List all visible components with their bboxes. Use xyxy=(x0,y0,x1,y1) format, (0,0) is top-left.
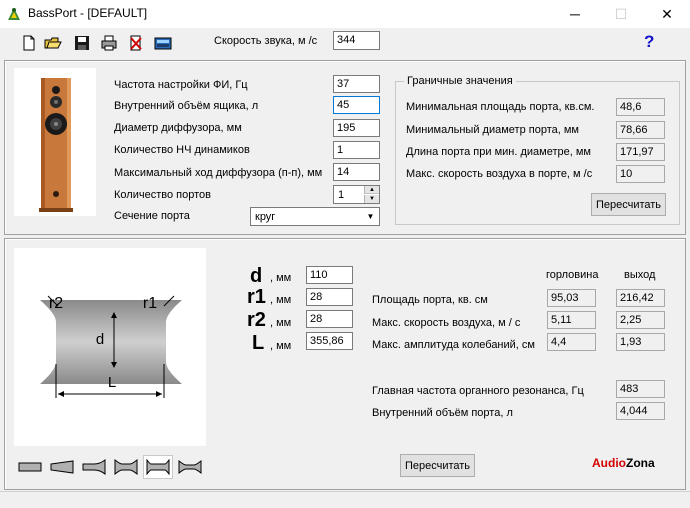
window-title: BassPort - [DEFAULT] xyxy=(28,6,148,20)
resonance-value: 483 xyxy=(616,380,665,398)
length-input[interactable]: 355,86 xyxy=(306,332,353,350)
air-speed-throat-value: 5,11 xyxy=(547,311,596,329)
horn-icon[interactable] xyxy=(79,455,109,479)
port-length-label: Длина порта при мин. диаметре, мм xyxy=(406,146,591,158)
max-excursion-label: Максимальный ход диффузора (п-п), мм xyxy=(114,167,323,179)
amplitude-throat-value: 4,4 xyxy=(547,333,596,351)
brand-part-b: Zona xyxy=(626,456,655,470)
d-label: d xyxy=(96,331,104,348)
port-length-value: 171,97 xyxy=(616,143,665,161)
port-area-label: Площадь порта, кв. см xyxy=(372,294,488,306)
min-port-area-value: 48,6 xyxy=(616,98,665,116)
cone-diameter-input[interactable]: 195 xyxy=(333,119,380,137)
sound-speed-input[interactable]: 344 xyxy=(333,31,380,50)
stepper-down-icon[interactable]: ▼ xyxy=(364,195,379,203)
min-port-diameter-value: 78,66 xyxy=(616,121,665,139)
d-unit: , мм xyxy=(270,272,292,284)
sound-speed-label: Скорость звука, м /с xyxy=(214,35,318,47)
port-section-select[interactable]: круг ▼ xyxy=(250,207,380,226)
open-folder-icon[interactable] xyxy=(44,34,62,52)
print-icon[interactable] xyxy=(100,34,118,52)
max-air-speed-value: 10 xyxy=(616,165,665,183)
recalc-limits-button[interactable]: Пересчитать xyxy=(591,193,666,216)
flared-rounded-icon[interactable] xyxy=(175,455,205,479)
maximize-button[interactable]: ☐ xyxy=(598,0,644,28)
min-port-area-label: Минимальная площадь порта, кв.см. xyxy=(406,101,595,113)
r1-input[interactable]: 28 xyxy=(306,288,353,306)
throat-column-header: горловина xyxy=(546,269,599,281)
woofer-count-label: Количество НЧ динамиков xyxy=(114,144,250,156)
speaker-image xyxy=(14,68,96,216)
calculator-icon[interactable] xyxy=(154,34,172,52)
min-port-diameter-label: Минимальный диаметр порта, мм xyxy=(406,124,579,136)
port-diagram: r2 r1 d L xyxy=(14,248,206,446)
recalc-port-button[interactable]: Пересчитать xyxy=(400,454,475,477)
amplitude-label: Макс. амплитуда колебаний, см xyxy=(372,339,535,351)
stepper-up-icon[interactable]: ▲ xyxy=(364,186,379,194)
resonance-label: Главная частота органного резонанса, Гц xyxy=(372,385,584,397)
save-disk-icon[interactable] xyxy=(73,34,91,52)
box-volume-label: Внутренний объём ящика, л xyxy=(114,100,259,112)
minimize-button[interactable]: ─ xyxy=(552,0,598,28)
length-unit: , мм xyxy=(270,340,292,352)
r1-symbol: r1 xyxy=(247,286,266,308)
ports-count-value: 1 xyxy=(338,189,345,201)
air-speed-label: Макс. скорость воздуха, м / с xyxy=(372,317,521,329)
port-volume-label: Внутренний объём порта, л xyxy=(372,407,513,419)
length-label: L xyxy=(108,374,116,391)
new-file-icon[interactable] xyxy=(20,34,38,52)
d-input[interactable]: 110 xyxy=(306,266,353,284)
r1-unit: , мм xyxy=(270,294,292,306)
double-flare-icon[interactable] xyxy=(111,455,141,479)
port-area-exit-value: 216,42 xyxy=(616,289,665,307)
port-area-throat-value: 95,03 xyxy=(547,289,596,307)
woofer-count-input[interactable]: 1 xyxy=(333,141,380,159)
chevron-down-icon[interactable]: ▼ xyxy=(362,208,379,225)
straight-tube-icon[interactable] xyxy=(15,455,45,479)
delete-icon[interactable] xyxy=(127,34,145,52)
audiozona-logo: AudioZona xyxy=(592,456,655,470)
r2-symbol: r2 xyxy=(247,309,266,331)
r1-label: r1 xyxy=(143,295,157,312)
ports-count-label: Количество портов xyxy=(114,189,211,201)
r2-unit: , мм xyxy=(270,317,292,329)
r2-input[interactable]: 28 xyxy=(306,310,353,328)
exit-column-header: выход xyxy=(624,269,656,281)
r2-label: r2 xyxy=(49,295,63,312)
amplitude-exit-value: 1,93 xyxy=(616,333,665,351)
tuning-frequency-label: Частота настройки ФИ, Гц xyxy=(114,79,248,91)
close-button[interactable]: ✕ xyxy=(644,0,690,28)
d-symbol: d xyxy=(250,265,263,287)
brand-part-a: Audio xyxy=(592,456,626,470)
max-excursion-input[interactable]: 14 xyxy=(333,163,380,181)
port-section-value: круг xyxy=(255,211,276,223)
cone-diameter-label: Диаметр диффузора, мм xyxy=(114,122,242,134)
air-speed-exit-value: 2,25 xyxy=(616,311,665,329)
status-bar xyxy=(0,491,690,508)
app-icon[interactable] xyxy=(6,6,22,22)
limits-title: Граничные значения xyxy=(404,75,516,87)
box-volume-input[interactable]: 45 xyxy=(333,96,380,114)
port-section-label: Сечение порта xyxy=(114,210,190,222)
length-symbol: L xyxy=(252,332,265,354)
flared-both-ends-icon[interactable] xyxy=(143,455,173,479)
port-volume-value: 4,044 xyxy=(616,402,665,420)
cone-icon[interactable] xyxy=(47,455,77,479)
help-icon[interactable]: ? xyxy=(644,32,654,52)
ports-count-stepper[interactable]: 1 ▲ ▼ xyxy=(333,185,380,204)
tuning-frequency-input[interactable]: 37 xyxy=(333,75,380,93)
max-air-speed-label: Макс. скорость воздуха в порте, м /с xyxy=(406,168,593,180)
